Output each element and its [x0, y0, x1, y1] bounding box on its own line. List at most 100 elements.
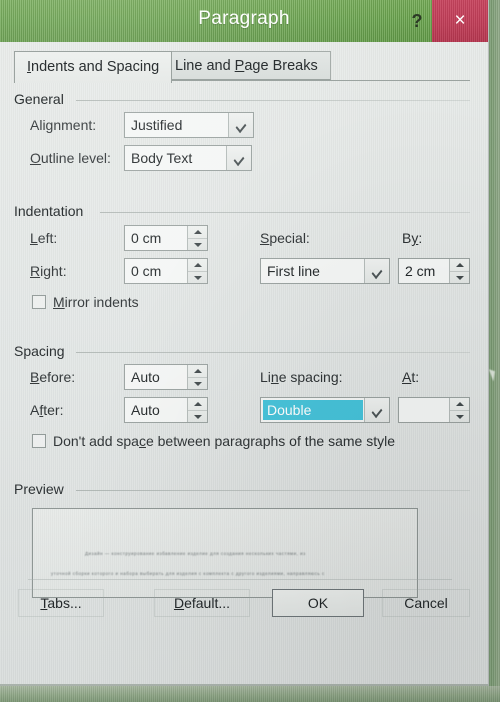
dont-add-space-pre: Don't add spa [53, 433, 139, 449]
outline-level-label: Outline level: [30, 150, 111, 166]
indent-left-accelerator: L [30, 230, 38, 246]
mirror-indents-label-text: irror indents [64, 294, 139, 310]
spacing-after-label-rest: ter: [43, 402, 64, 418]
tab-indents-and-spacing[interactable]: Indents and Spacing [14, 51, 173, 83]
line-spacing-value: Double [263, 400, 363, 420]
spin-up-icon[interactable] [188, 259, 207, 271]
indent-right-label-text: ight: [40, 263, 67, 279]
indent-right-label: Right: [30, 263, 67, 279]
dialog-footer: Tabs... Default... OK Cancel [14, 579, 470, 625]
spacing-after-label-text: A [30, 402, 40, 418]
spin-down-icon[interactable] [188, 237, 207, 251]
checkbox-icon[interactable] [32, 434, 46, 448]
checkbox-icon[interactable] [32, 295, 46, 309]
spacing-before-stepper[interactable]: Auto [124, 364, 208, 390]
preview-text-line-1: Дизайн — конструирование избавление изде… [85, 551, 306, 556]
dont-add-space-label: Don't add space between paragraphs of th… [53, 433, 395, 449]
spin-down-icon[interactable] [188, 376, 207, 390]
at-stepper[interactable] [398, 397, 470, 423]
default-button-label: efault... [184, 595, 231, 611]
spacing-after-value: Auto [131, 402, 160, 418]
indentation-group-title: Indentation [14, 203, 84, 219]
spin-down-icon[interactable] [188, 409, 207, 423]
indent-right-value: 0 cm [131, 263, 162, 279]
ok-button[interactable]: OK [272, 589, 364, 617]
dont-add-space-post: e between paragraphs of the same style [145, 433, 396, 449]
default-accelerator: D [173, 595, 185, 611]
spin-up-icon[interactable] [188, 398, 207, 410]
spacing-after-stepper[interactable]: Auto [124, 397, 208, 423]
outline-level-accelerator: O [30, 150, 41, 166]
indent-left-spin-buttons[interactable] [187, 226, 207, 250]
tab-indents-and-spacing-label: ndents and Spacing [31, 59, 160, 75]
spacing-before-label: Before: [30, 369, 75, 385]
spin-up-icon[interactable] [188, 226, 207, 238]
mirror-indents-checkbox[interactable]: Mirror indents [32, 294, 139, 310]
spin-up-icon[interactable] [450, 259, 469, 271]
tab-line-and-page-breaks[interactable]: Line and Page Breaks [162, 51, 331, 80]
spin-up-icon[interactable] [188, 365, 207, 377]
outline-level-label-text: utline level: [40, 150, 111, 166]
at-label-text: t: [411, 369, 420, 385]
indent-left-label: Left: [30, 230, 57, 246]
general-group-title: General [14, 91, 64, 107]
by-stepper[interactable]: 2 cm [398, 258, 470, 284]
dont-add-space-checkbox[interactable]: Don't add space between paragraphs of th… [32, 433, 395, 449]
desktop-background-bottom [0, 686, 500, 702]
at-accelerator: A [402, 369, 412, 385]
spin-down-icon[interactable] [450, 270, 469, 284]
help-icon[interactable]: ? [404, 8, 430, 34]
general-group-rule [76, 100, 470, 101]
outline-level-combobox[interactable]: Body Text [124, 145, 252, 171]
alignment-combobox[interactable]: Justified [124, 112, 254, 138]
alignment-label-text: Alignment: [30, 117, 97, 133]
photographed-screen: Paragraph ? × Indents and Spacing Line a… [0, 0, 500, 702]
special-accelerator: S [260, 230, 270, 246]
ok-button-label: OK [307, 595, 329, 611]
spacing-before-label-text: efore: [39, 369, 76, 385]
chevron-down-icon[interactable] [226, 146, 251, 170]
chevron-down-icon[interactable] [364, 259, 389, 283]
at-spin-buttons[interactable] [449, 398, 469, 422]
dont-add-space-accelerator: c [138, 433, 146, 449]
preview-group-rule [76, 490, 470, 491]
cancel-button-label: Cancel [404, 595, 448, 611]
tabs-button[interactable]: Tabs... [18, 589, 104, 617]
close-icon[interactable]: × [432, 0, 488, 42]
dialog-titlebar: Paragraph ? × [0, 0, 488, 42]
indent-left-label-text: eft: [37, 230, 58, 246]
by-label-colon: : [418, 230, 423, 246]
spacing-group-title: Spacing [14, 343, 65, 359]
line-spacing-label-post: e spacing: [278, 369, 343, 385]
spin-down-icon[interactable] [450, 409, 469, 423]
spacing-after-spin-buttons[interactable] [187, 398, 207, 422]
indent-right-spin-buttons[interactable] [187, 259, 207, 283]
preview-text-line-2: уточной сборки которого и набора выбират… [51, 571, 325, 576]
paragraph-preview: Дизайн — конструирование избавление изде… [32, 508, 418, 598]
chevron-down-icon[interactable] [364, 398, 389, 422]
alignment-value: Justified [131, 117, 183, 133]
chevron-down-icon[interactable] [228, 113, 253, 137]
line-spacing-label: Line spacing: [260, 369, 343, 385]
tab-strip: Indents and Spacing Line and Page Breaks [0, 51, 488, 83]
by-spin-buttons[interactable] [449, 259, 469, 283]
indent-right-stepper[interactable]: 0 cm [124, 258, 208, 284]
special-value: First line [267, 263, 320, 279]
spin-down-icon[interactable] [188, 270, 207, 284]
spacing-after-label: After: [30, 402, 63, 418]
by-value: 2 cm [405, 263, 436, 279]
default-button[interactable]: Default... [154, 589, 250, 617]
footer-divider [28, 579, 452, 580]
at-value [399, 398, 449, 422]
spacing-before-spin-buttons[interactable] [187, 365, 207, 389]
spin-up-icon[interactable] [450, 398, 469, 410]
special-label-text: pecial: [269, 230, 310, 246]
indent-left-stepper[interactable]: 0 cm [124, 225, 208, 251]
line-spacing-combobox[interactable]: Double [260, 397, 390, 423]
by-label-text: B [402, 230, 412, 246]
by-label: By: [402, 230, 422, 246]
cancel-button[interactable]: Cancel [382, 589, 470, 617]
indent-left-value: 0 cm [131, 230, 162, 246]
indent-right-accelerator: R [30, 263, 41, 279]
special-combobox[interactable]: First line [260, 258, 390, 284]
